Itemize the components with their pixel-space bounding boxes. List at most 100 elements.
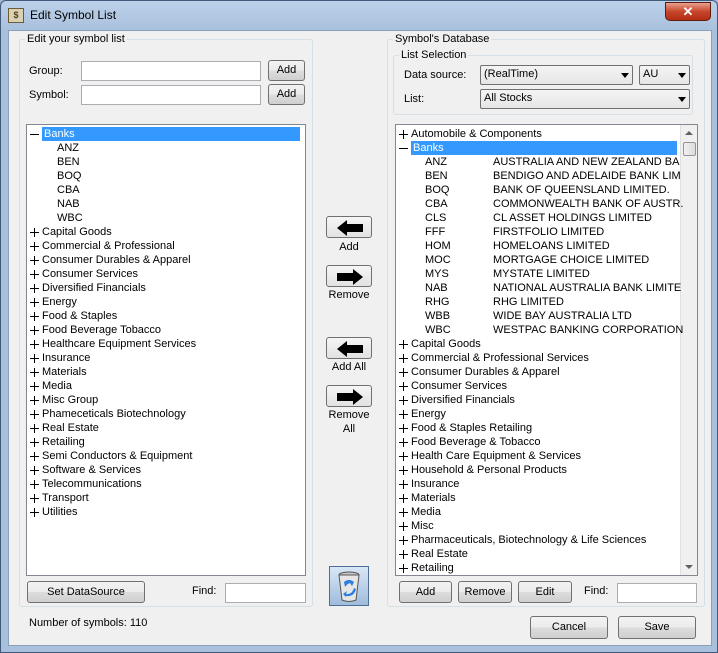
tree-symbol-item[interactable]: CLS CL ASSET HOLDINGS LIMITED <box>396 211 680 225</box>
expand-icon[interactable] <box>30 395 39 405</box>
tree-group-item[interactable]: Food Beverage Tobacco <box>30 323 161 337</box>
tree-group-item[interactable]: Capital Goods <box>30 225 112 239</box>
expand-icon[interactable] <box>30 241 39 251</box>
data-source-select[interactable]: (RealTime) <box>480 65 633 85</box>
tree-group-item[interactable]: Food & Staples Retailing <box>399 421 532 435</box>
user-symbol-tree[interactable]: Banks ANZ BEN BOQ CBA NAB WBC Capital Goods Comm… <box>26 124 306 576</box>
expand-icon[interactable] <box>30 339 39 349</box>
expand-icon[interactable] <box>399 409 408 419</box>
expand-icon[interactable] <box>30 227 39 237</box>
tree-group-item[interactable]: Capital Goods <box>399 337 481 351</box>
tree-group-item[interactable]: Commercial & Professional Services <box>399 351 589 365</box>
scroll-up-icon[interactable] <box>685 131 693 135</box>
recycle-bin-button[interactable] <box>329 566 369 606</box>
tree-group-item[interactable]: Consumer Durables & Apparel <box>30 253 191 267</box>
tree-group-item[interactable]: Pharmaceuticals, Biotechnology & Life Sc… <box>399 533 646 547</box>
expand-icon[interactable] <box>30 451 39 461</box>
tree-group-item[interactable]: Household & Personal Products <box>399 463 567 477</box>
tree-group-item[interactable]: Energy <box>399 407 446 421</box>
expand-icon[interactable] <box>399 549 408 559</box>
tree-group-item[interactable]: Telecommunications <box>30 477 142 491</box>
tree-symbol-item[interactable]: WBB WIDE BAY AUSTRALIA LTD <box>396 309 680 323</box>
tree-group-item[interactable]: Consumer Services <box>399 379 507 393</box>
expand-icon[interactable] <box>399 367 408 377</box>
tree-group-item[interactable]: Diversified Financials <box>30 281 146 295</box>
tree-symbol-item[interactable]: HOM HOMELOANS LIMITED <box>396 239 680 253</box>
close-button[interactable]: ✕ <box>665 2 711 21</box>
set-datasource-button[interactable]: Set DataSource <box>27 581 145 603</box>
remove-all-button[interactable] <box>326 385 372 407</box>
tree-symbol-item[interactable]: BOQ <box>57 169 81 183</box>
expand-icon[interactable] <box>399 451 408 461</box>
expand-icon[interactable] <box>30 479 39 489</box>
tree-symbol-item[interactable]: BOQ BANK OF QUEENSLAND LIMITED. <box>396 183 680 197</box>
expand-icon[interactable] <box>399 479 408 489</box>
list-select[interactable]: All Stocks <box>480 89 690 109</box>
tree-symbol-item[interactable]: MYS MYSTATE LIMITED <box>396 267 680 281</box>
scroll-thumb[interactable] <box>683 142 696 156</box>
expand-icon[interactable] <box>30 311 39 321</box>
tree-group-item[interactable]: Transport <box>30 491 89 505</box>
tree-symbol-item[interactable]: WBC <box>57 211 83 225</box>
tree-group-item[interactable]: Food & Staples <box>30 309 117 323</box>
tree-symbol-item[interactable]: CBA <box>57 183 80 197</box>
expand-icon[interactable] <box>30 297 39 307</box>
tree-symbol-item[interactable]: FFF FIRSTFOLIO LIMITED <box>396 225 680 239</box>
tree-group-item[interactable]: Retailing <box>399 561 454 575</box>
tree-symbol-item[interactable]: NAB <box>57 197 80 211</box>
expand-icon[interactable] <box>30 353 39 363</box>
scroll-down-icon[interactable] <box>685 565 693 569</box>
tree-group-item[interactable]: Real Estate <box>399 547 468 561</box>
tree-group-item[interactable]: Commercial & Professional <box>30 239 175 253</box>
database-edit-button[interactable]: Edit <box>518 581 572 603</box>
add-all-button[interactable] <box>326 337 372 359</box>
tree-symbol-item[interactable]: WBC WESTPAC BANKING CORPORATION <box>396 323 683 337</box>
tree-scrollbar[interactable] <box>680 125 697 575</box>
expand-icon[interactable] <box>399 353 408 363</box>
tree-symbol-item[interactable]: NAB NATIONAL AUSTRALIA BANK LIMITE <box>396 281 681 295</box>
add-symbol-button[interactable]: Add <box>268 84 305 105</box>
tree-symbol-item[interactable]: MOC MORTGAGE CHOICE LIMITED <box>396 253 680 267</box>
expand-icon[interactable] <box>399 493 408 503</box>
expand-icon[interactable] <box>399 437 408 447</box>
database-remove-button[interactable]: Remove <box>458 581 512 603</box>
symbol-input[interactable] <box>81 85 261 105</box>
expand-icon[interactable] <box>399 423 408 433</box>
title-bar[interactable]: $ Edit Symbol List ✕ <box>1 1 717 29</box>
collapse-icon[interactable] <box>30 130 39 139</box>
expand-icon[interactable] <box>30 465 39 475</box>
region-select[interactable]: AU <box>639 65 690 85</box>
tree-group-item[interactable]: Diversified Financials <box>399 393 515 407</box>
add-group-button[interactable]: Add <box>268 60 305 81</box>
expand-icon[interactable] <box>30 507 39 517</box>
tree-group-item[interactable]: Retailing <box>30 435 85 449</box>
tree-group-item[interactable]: Semi Conductors & Equipment <box>30 449 192 463</box>
left-find-input[interactable] <box>225 583 306 603</box>
tree-group-item[interactable]: Materials <box>399 491 456 505</box>
tree-symbol-item[interactable]: CBA COMMONWEALTH BANK OF AUSTR. <box>396 197 683 211</box>
expand-icon[interactable] <box>30 269 39 279</box>
expand-icon[interactable] <box>30 367 39 377</box>
expand-icon[interactable] <box>399 381 408 391</box>
remove-button[interactable] <box>326 265 372 287</box>
tree-symbol-item[interactable]: BEN BENDIGO AND ADELAIDE BANK LIM <box>396 169 681 183</box>
tree-group-item[interactable]: Phameceticals Biotechnology <box>30 407 186 421</box>
expand-icon[interactable] <box>399 395 408 405</box>
cancel-button[interactable]: Cancel <box>530 616 608 639</box>
collapse-icon[interactable] <box>399 144 408 153</box>
save-button[interactable]: Save <box>618 616 696 639</box>
tree-group-item[interactable]: Energy <box>30 295 77 309</box>
tree-group-item[interactable]: Consumer Durables & Apparel <box>399 365 560 379</box>
expand-icon[interactable] <box>399 129 408 139</box>
tree-symbol-item[interactable]: RHG RHG LIMITED <box>396 295 680 309</box>
tree-group-item[interactable]: Materials <box>30 365 87 379</box>
expand-icon[interactable] <box>30 493 39 503</box>
database-symbol-tree[interactable]: Automobile & Components Banks ANZ AUSTRALIA… <box>395 124 698 576</box>
expand-icon[interactable] <box>30 283 39 293</box>
expand-icon[interactable] <box>30 437 39 447</box>
tree-group-item[interactable]: Consumer Services <box>30 267 138 281</box>
expand-icon[interactable] <box>30 423 39 433</box>
tree-group-item[interactable]: Food Beverage & Tobacco <box>399 435 540 449</box>
tree-group-item[interactable]: Health Care Equipment & Services <box>399 449 581 463</box>
tree-symbol-item[interactable]: ANZ AUSTRALIA AND NEW ZEALAND BA <box>396 155 680 169</box>
